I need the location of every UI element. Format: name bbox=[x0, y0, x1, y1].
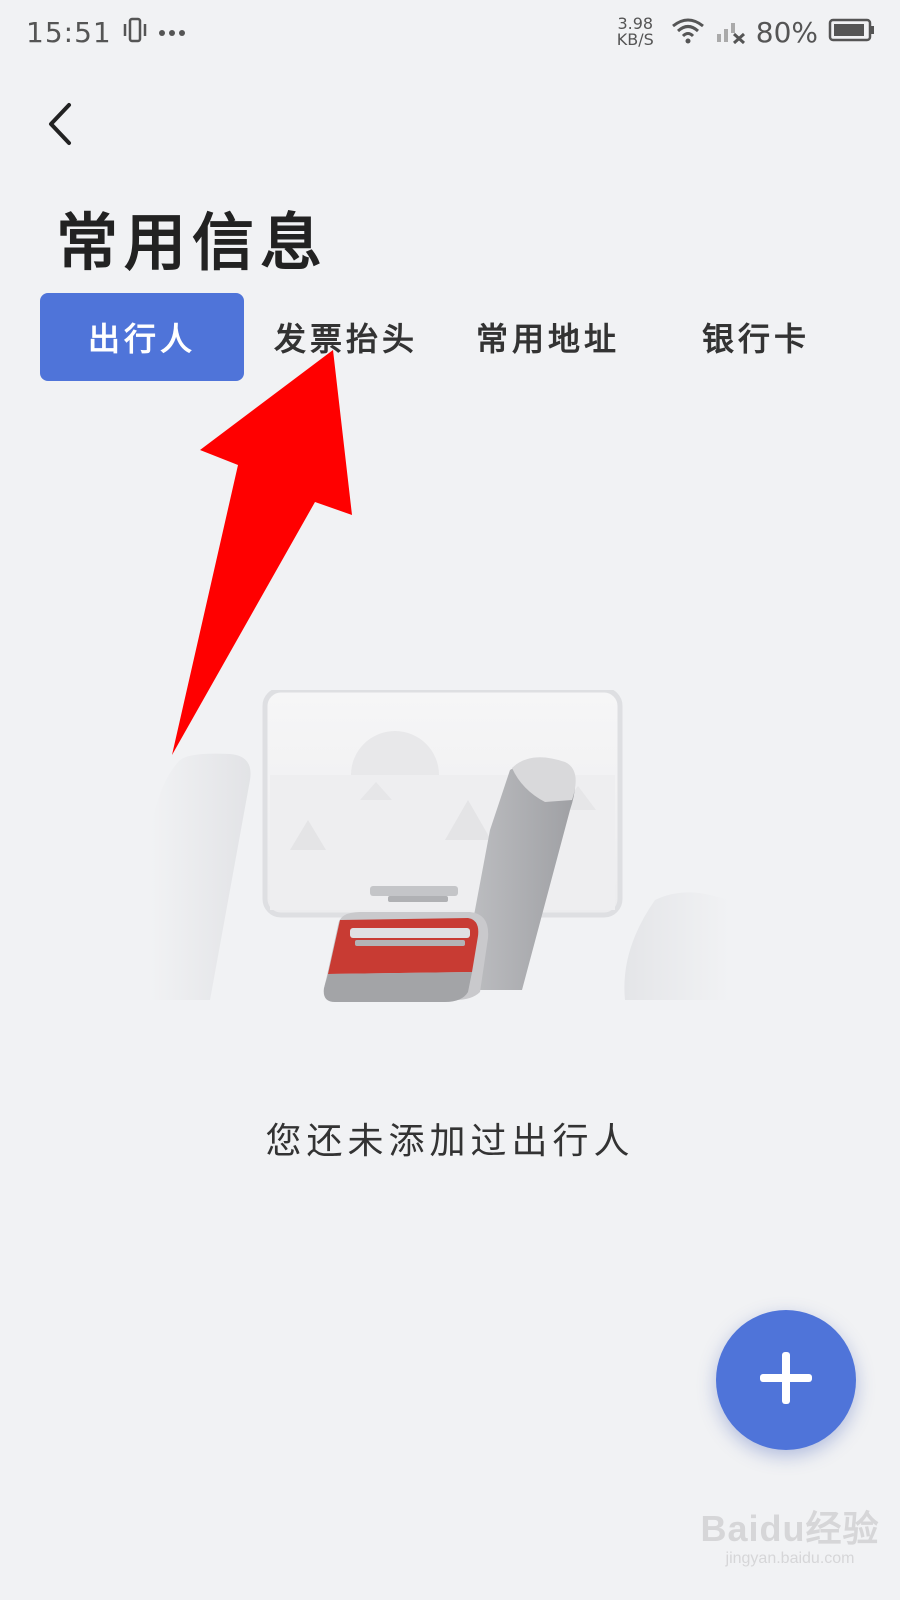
back-chevron-icon bbox=[45, 102, 75, 150]
vibrate-icon bbox=[122, 16, 148, 48]
wifi-icon bbox=[670, 16, 706, 48]
network-speed: 3.98 KB/S bbox=[617, 16, 654, 48]
status-time: 15:51 bbox=[26, 15, 112, 49]
status-bar-right: 3.98 KB/S 80% bbox=[617, 16, 876, 49]
red-arrow-pointer bbox=[160, 350, 370, 760]
watermark-site: jingyan.baidu.com bbox=[725, 1550, 855, 1567]
signal-off-icon bbox=[716, 16, 746, 48]
page-title: 常用信息 bbox=[56, 206, 329, 279]
battery-percent: 80% bbox=[755, 15, 818, 49]
watermark-logo: Baidu经验 bbox=[700, 1508, 880, 1549]
more-dots-icon bbox=[158, 23, 186, 42]
status-bar: 15:51 3.98 KB/S 80% bbox=[0, 0, 900, 64]
status-bar-left: 15:51 bbox=[26, 16, 186, 49]
plus-icon bbox=[756, 1348, 816, 1412]
empty-state-message: 您还未添加过出行人 bbox=[265, 1121, 635, 1162]
tab-bank-card[interactable]: 银行卡 bbox=[658, 293, 854, 381]
add-traveler-button[interactable] bbox=[716, 1310, 856, 1450]
battery-icon bbox=[828, 17, 876, 47]
tab-common-address[interactable]: 常用地址 bbox=[448, 293, 648, 381]
watermark: Baidu经验 jingyan.baidu.com bbox=[690, 1500, 890, 1568]
back-button[interactable] bbox=[30, 96, 90, 156]
network-speed-unit: KB/S bbox=[616, 30, 654, 49]
